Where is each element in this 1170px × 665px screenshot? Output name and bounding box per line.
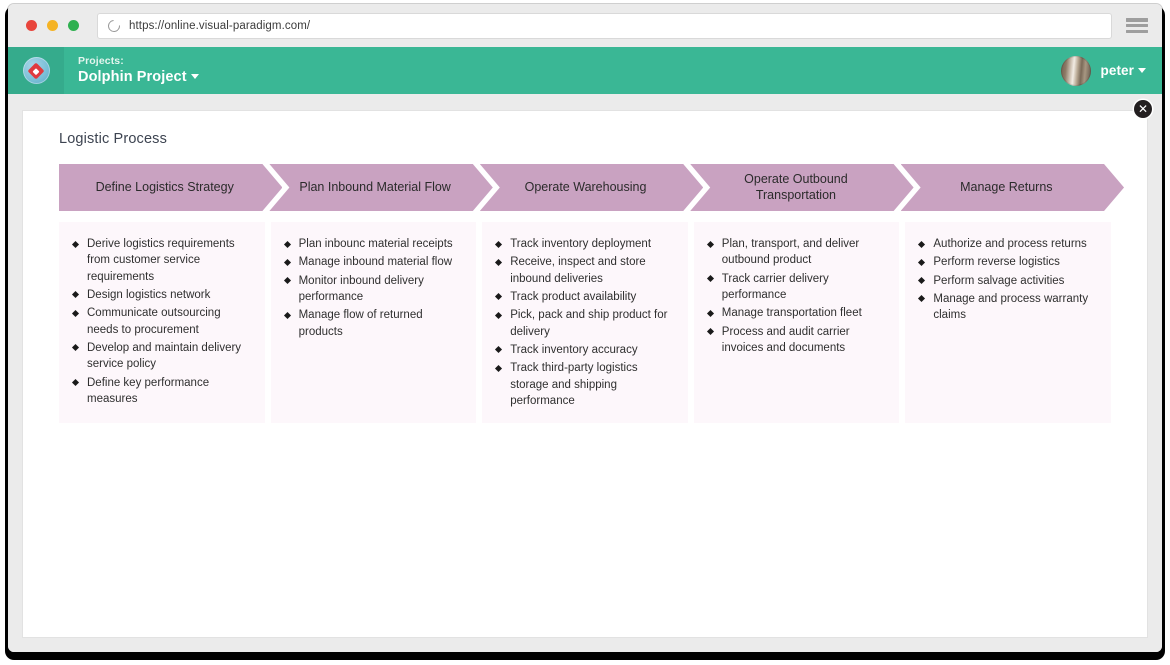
process-stage-title: Operate Outbound Transportation (744, 171, 848, 202)
user-name-text: peter (1100, 63, 1134, 78)
list-item: Track product availability (496, 289, 676, 305)
user-menu[interactable]: peter (1061, 55, 1162, 86)
close-icon[interactable]: ✕ (1134, 100, 1152, 118)
list-item: Develop and maintain delivery service po… (73, 340, 253, 373)
user-name: peter (1100, 63, 1146, 78)
process-stage-title: Define Logistics Strategy (95, 179, 234, 194)
process-stage-header-2[interactable]: Plan Inbound Material Flow (269, 164, 492, 211)
window-controls (20, 20, 79, 31)
stage-detail-column-2: Plan inbounc material receipts Manage inb… (270, 222, 477, 424)
process-stage-title: Operate Warehousing (524, 179, 647, 194)
stage-activity-list: Plan inbounc material receipts Manage inb… (285, 236, 465, 340)
app-logo-button[interactable] (8, 47, 64, 94)
project-name: Dolphin Project (78, 69, 199, 86)
list-item: Manage transportation fleet (708, 305, 888, 321)
stage-activity-list: Plan, transport, and deliver outbound pr… (708, 236, 888, 356)
process-stage-header-3[interactable]: Operate Warehousing (480, 164, 703, 211)
stage-detail-columns: Derive logistics requirements from custo… (41, 222, 1129, 424)
list-item: Receive, inspect and store inbound deliv… (496, 254, 676, 287)
app-header: Projects: Dolphin Project peter (8, 47, 1162, 94)
list-item: Derive logistics requirements from custo… (73, 236, 253, 285)
list-item: Plan inbounc material receipts (285, 236, 465, 252)
stage-detail-column-1: Derive logistics requirements from custo… (59, 222, 265, 424)
close-window-button[interactable] (26, 20, 37, 31)
list-item: Monitor inbound delivery performance (285, 273, 465, 306)
list-item: Communicate outsourcing needs to procure… (73, 305, 253, 338)
list-item: Track carrier delivery performance (708, 271, 888, 304)
reload-icon[interactable] (105, 17, 123, 34)
browser-toolbar: https://online.visual-paradigm.com/ (8, 4, 1162, 47)
visual-paradigm-logo-icon (22, 57, 50, 84)
page-title: Logistic Process (59, 131, 167, 147)
list-item: Plan, transport, and deliver outbound pr… (708, 236, 888, 269)
process-stage-header-1[interactable]: Define Logistics Strategy (59, 164, 282, 211)
address-bar[interactable]: https://online.visual-paradigm.com/ (97, 12, 1112, 39)
project-name-text: Dolphin Project (78, 69, 187, 86)
process-stage-header-5[interactable]: Manage Returns (901, 164, 1124, 211)
project-selector[interactable]: Projects: Dolphin Project (64, 55, 199, 86)
process-stage-title: Plan Inbound Material Flow (299, 179, 451, 194)
list-item: Manage inbound material flow (285, 254, 465, 270)
stage-activity-list: Track inventory deployment Receive, inspe… (496, 236, 676, 409)
page-body: ✕ Logistic Process Define Logistics Stra… (8, 94, 1162, 652)
process-chevron-bar: Define Logistics Strategy Plan Inbound Ma… (41, 164, 1129, 214)
maximize-window-button[interactable] (68, 20, 79, 31)
url-text: https://online.visual-paradigm.com/ (129, 19, 311, 32)
stage-detail-column-3: Track inventory deployment Receive, inspe… (482, 222, 688, 424)
diagram-card: ✕ Logistic Process Define Logistics Stra… (22, 100, 1152, 638)
stage-activity-list: Authorize and process returns Perform rev… (919, 236, 1099, 324)
chevron-down-icon (190, 74, 199, 80)
list-item: Manage flow of returned products (285, 307, 465, 340)
stage-activity-list: Derive logistics requirements from custo… (73, 236, 253, 407)
list-item: Authorize and process returns (919, 236, 1099, 252)
list-item: Track third-party logistics storage and … (496, 360, 676, 409)
list-item: Design logistics network (73, 287, 253, 303)
avatar (1061, 55, 1092, 86)
list-item: Track inventory accuracy (496, 342, 676, 358)
minimize-window-button[interactable] (47, 20, 58, 31)
process-stage-title: Manage Returns (960, 179, 1053, 194)
stage-detail-column-5: Authorize and process returns Perform rev… (905, 222, 1111, 424)
stage-detail-column-4: Plan, transport, and deliver outbound pr… (693, 222, 900, 424)
hamburger-menu-icon[interactable] (1126, 16, 1148, 35)
list-item: Perform salvage activities (919, 273, 1099, 289)
list-item: Manage and process warranty claims (919, 291, 1099, 324)
list-item: Track inventory deployment (496, 236, 676, 252)
process-stage-header-4[interactable]: Operate Outbound Transportation (690, 164, 913, 211)
list-item: Perform reverse logistics (919, 254, 1099, 270)
browser-window: https://online.visual-paradigm.com/ Proj… (8, 4, 1162, 652)
list-item: Process and audit carrier invoices and d… (708, 324, 888, 357)
chevron-down-icon (1138, 68, 1146, 73)
projects-label: Projects: (78, 55, 124, 68)
list-item: Pick, pack and ship product for delivery (496, 307, 676, 340)
list-item: Define key performance measures (73, 375, 253, 408)
